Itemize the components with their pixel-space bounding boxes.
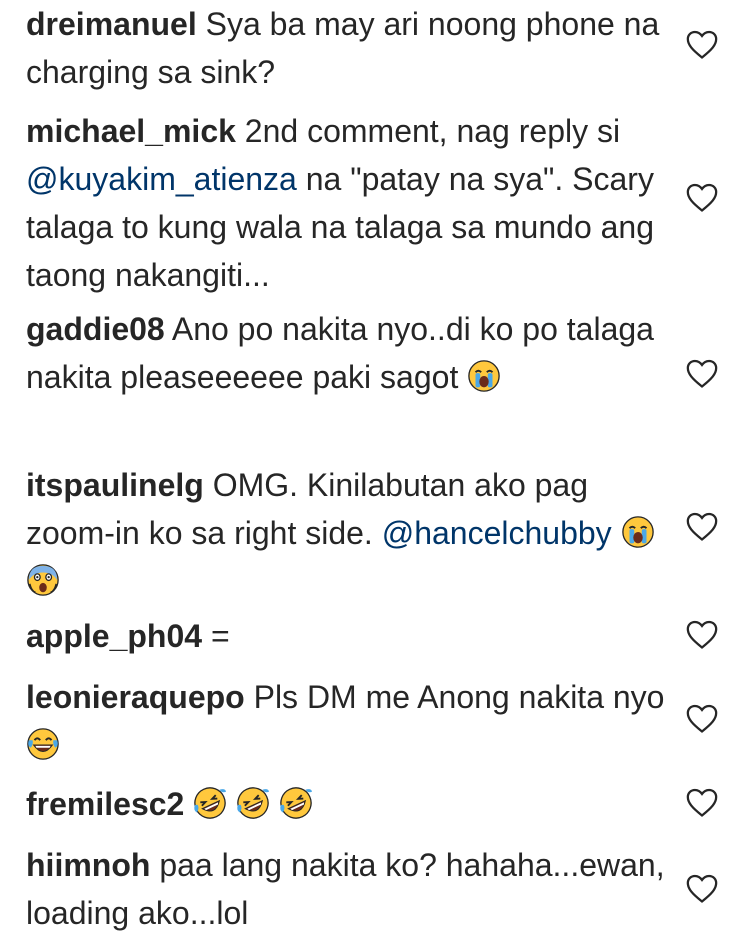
- comment-item: apple_ph04 =: [26, 612, 666, 660]
- comment-username[interactable]: fremilesc2: [26, 786, 184, 822]
- heart-icon[interactable]: [685, 618, 719, 650]
- rolling-on-the-floor-laughing-emoji: [236, 786, 270, 820]
- comment-username[interactable]: leonieraquepo: [26, 679, 245, 715]
- comment-mention-link[interactable]: @hancelchubby: [382, 515, 612, 551]
- rolling-on-the-floor-laughing-emoji: [279, 786, 313, 820]
- comment-username[interactable]: apple_ph04: [26, 618, 202, 654]
- heart-icon[interactable]: [685, 702, 719, 734]
- comment-username[interactable]: dreimanuel: [26, 6, 197, 42]
- comment-item: dreimanuel Sya ba may ari noong phone na…: [26, 0, 666, 96]
- comment-item: leonieraquepo Pls DM me Anong nakita nyo: [26, 673, 666, 769]
- heart-icon[interactable]: [685, 872, 719, 904]
- comment-text: 2nd comment, nag reply si: [244, 113, 621, 149]
- comment-item: michael_mick 2nd comment, nag reply si @…: [26, 107, 666, 299]
- rolling-on-the-floor-laughing-emoji: [193, 786, 227, 820]
- heart-icon[interactable]: [685, 786, 719, 818]
- comment-text: =: [210, 618, 230, 654]
- comment-item: gaddie08 Ano po nakita nyo..di ko po tal…: [26, 305, 666, 401]
- comment-item: itspaulinelg OMG. Kinilabutan ako pag zo…: [26, 461, 666, 605]
- comment-username[interactable]: hiimnoh: [26, 847, 150, 883]
- heart-icon[interactable]: [685, 357, 719, 389]
- comment-item: fremilesc2: [26, 780, 666, 828]
- loudly-crying-face-emoji: [621, 515, 655, 549]
- comment-username[interactable]: gaddie08: [26, 311, 165, 347]
- face-with-tears-of-joy-emoji: [26, 727, 60, 761]
- heart-icon[interactable]: [685, 28, 719, 60]
- comment-username[interactable]: itspaulinelg: [26, 467, 204, 503]
- comment-text: Pls DM me Anong nakita nyo: [253, 679, 665, 715]
- face-screaming-in-fear-emoji: [26, 563, 60, 597]
- loudly-crying-face-emoji: [467, 359, 501, 393]
- comment-item: hiimnoh paa lang nakita ko? hahaha...ewa…: [26, 841, 666, 937]
- comment-mention-link[interactable]: @kuyakim_atienza: [26, 161, 297, 197]
- heart-icon[interactable]: [685, 181, 719, 213]
- comment-username[interactable]: michael_mick: [26, 113, 236, 149]
- heart-icon[interactable]: [685, 510, 719, 542]
